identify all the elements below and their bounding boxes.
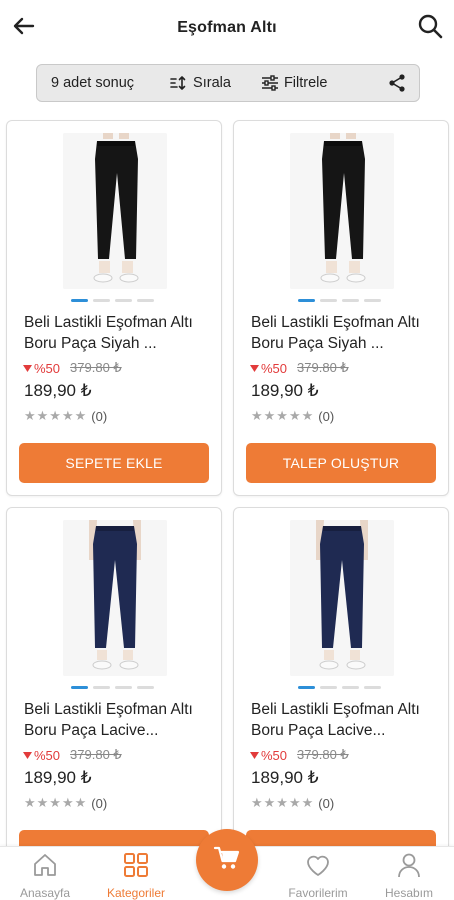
star-rating-icon: ★★★★★ [24,795,88,810]
discount-info: %50 379.80 ₺ [23,747,122,763]
sort-icon [170,75,193,91]
product-price: 189,90 ₺ [251,381,319,400]
rating: ★★★★★ (0) [24,408,107,424]
nav-label-favorites: Favorilerim [288,886,348,900]
grid-icon [122,851,150,882]
image-carousel-indicator [298,686,381,689]
star-rating-icon: ★★★★★ [251,408,315,423]
heart-icon [304,851,332,882]
caret-down-icon [23,364,32,372]
rating: ★★★★★ (0) [24,795,107,811]
filter-button[interactable]: Filtrele [261,75,328,91]
user-icon [395,851,423,882]
search-icon[interactable] [416,12,444,40]
home-icon [31,851,59,882]
discount-info: %50 379.80 ₺ [23,360,122,376]
image-carousel-indicator [298,299,381,302]
rating: ★★★★★ (0) [251,408,334,424]
app-header: Eşofman Altı [0,0,454,56]
product-image[interactable] [63,133,167,289]
nav-item-home[interactable]: Anasayfa [0,851,90,900]
arrow-left-icon[interactable] [10,12,38,40]
caret-down-icon [250,364,259,372]
product-image[interactable] [63,520,167,676]
filter-sliders-icon [261,75,284,91]
product-name[interactable]: Beli Lastikli Eşofman Altı Boru Paça Lac… [24,699,210,741]
discount-info: %50 379.80 ₺ [250,747,349,763]
product-price: 189,90 ₺ [24,768,92,787]
result-count: 9 adet sonuç [51,75,135,91]
caret-down-icon [250,751,259,759]
product-name[interactable]: Beli Lastikli Eşofman Altı Boru Paça Siy… [24,312,210,354]
request-button[interactable]: TALEP OLUŞTUR [246,443,436,483]
product-name[interactable]: Beli Lastikli Eşofman Altı Boru Paça Lac… [251,699,437,741]
discount-info: %50 379.80 ₺ [250,360,349,376]
sort-button[interactable]: Sırala [170,75,231,91]
cart-button[interactable] [196,829,258,891]
old-price: 379.80 ₺ [297,360,349,375]
old-price: 379.80 ₺ [297,747,349,762]
rating-count: (0) [91,795,108,811]
caret-down-icon [23,751,32,759]
old-price: 379.80 ₺ [70,747,122,762]
filter-label: Filtrele [283,75,328,91]
page-title: Eşofman Altı [177,19,277,36]
product-price: 189,90 ₺ [251,768,319,787]
rating-count: (0) [318,408,335,424]
product-card[interactable]: Beli Lastikli Eşofman Altı Boru Paça Siy… [233,120,449,496]
discount-badge: %50 [250,361,287,376]
nav-item-account[interactable]: Hesabım [364,851,454,900]
discount-badge: %50 [250,748,287,763]
product-image[interactable] [290,133,394,289]
discount-badge: %50 [23,361,60,376]
rating-count: (0) [318,795,335,811]
product-image[interactable] [290,520,394,676]
product-card[interactable]: Beli Lastikli Eşofman Altı Boru Paça Lac… [6,507,222,883]
nav-label-categories: Kategoriler [106,886,166,900]
product-price: 189,90 ₺ [24,381,92,400]
nav-item-favorites[interactable]: Favorilerim [273,851,363,900]
star-rating-icon: ★★★★★ [251,795,315,810]
share-icon[interactable] [387,73,407,93]
product-name[interactable]: Beli Lastikli Eşofman Altı Boru Paça Siy… [251,312,437,354]
sort-label: Sırala [193,75,231,91]
star-rating-icon: ★★★★★ [24,408,88,423]
nav-item-categories[interactable]: Kategoriler [91,851,181,900]
image-carousel-indicator [71,299,154,302]
nav-label-account: Hesabım [384,886,434,900]
old-price: 379.80 ₺ [70,360,122,375]
product-card[interactable]: Beli Lastikli Eşofman Altı Boru Paça Siy… [6,120,222,496]
add-to-cart-button[interactable]: SEPETE EKLE [19,443,209,483]
discount-badge: %50 [23,748,60,763]
nav-label-home: Anasayfa [19,886,71,900]
cart-icon [213,844,241,877]
image-carousel-indicator [71,686,154,689]
results-toolbar: 9 adet sonuç Sırala Filtrele [36,64,420,102]
rating-count: (0) [91,408,108,424]
product-card[interactable]: Beli Lastikli Eşofman Altı Boru Paça Lac… [233,507,449,883]
rating: ★★★★★ (0) [251,795,334,811]
